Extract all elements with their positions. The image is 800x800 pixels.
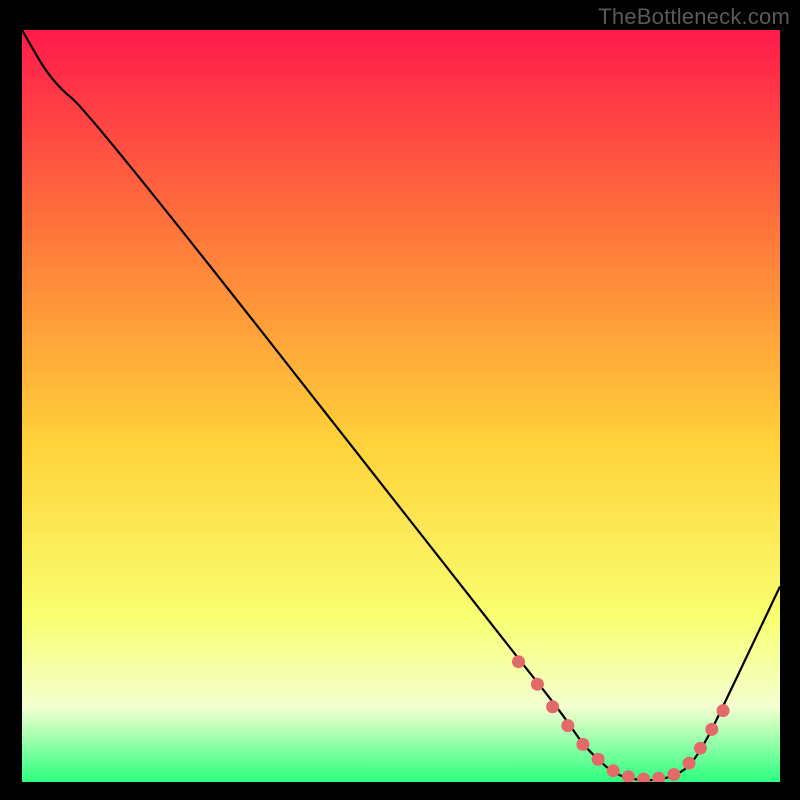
curve-marker — [512, 655, 525, 668]
bottleneck-curve-chart — [22, 30, 780, 782]
curve-marker — [531, 678, 544, 691]
curve-marker — [576, 738, 589, 751]
curve-marker — [694, 742, 707, 755]
curve-marker — [667, 768, 680, 781]
curve-marker — [683, 757, 696, 770]
curve-marker — [561, 719, 574, 732]
curve-marker — [546, 700, 559, 713]
curve-marker — [592, 753, 605, 766]
watermark-label: TheBottleneck.com — [598, 4, 790, 30]
chart-frame: TheBottleneck.com — [0, 0, 800, 800]
curve-marker — [607, 764, 620, 777]
curve-marker — [705, 723, 718, 736]
gradient-background — [22, 30, 780, 782]
plot-area — [22, 30, 780, 782]
curve-marker — [717, 704, 730, 717]
